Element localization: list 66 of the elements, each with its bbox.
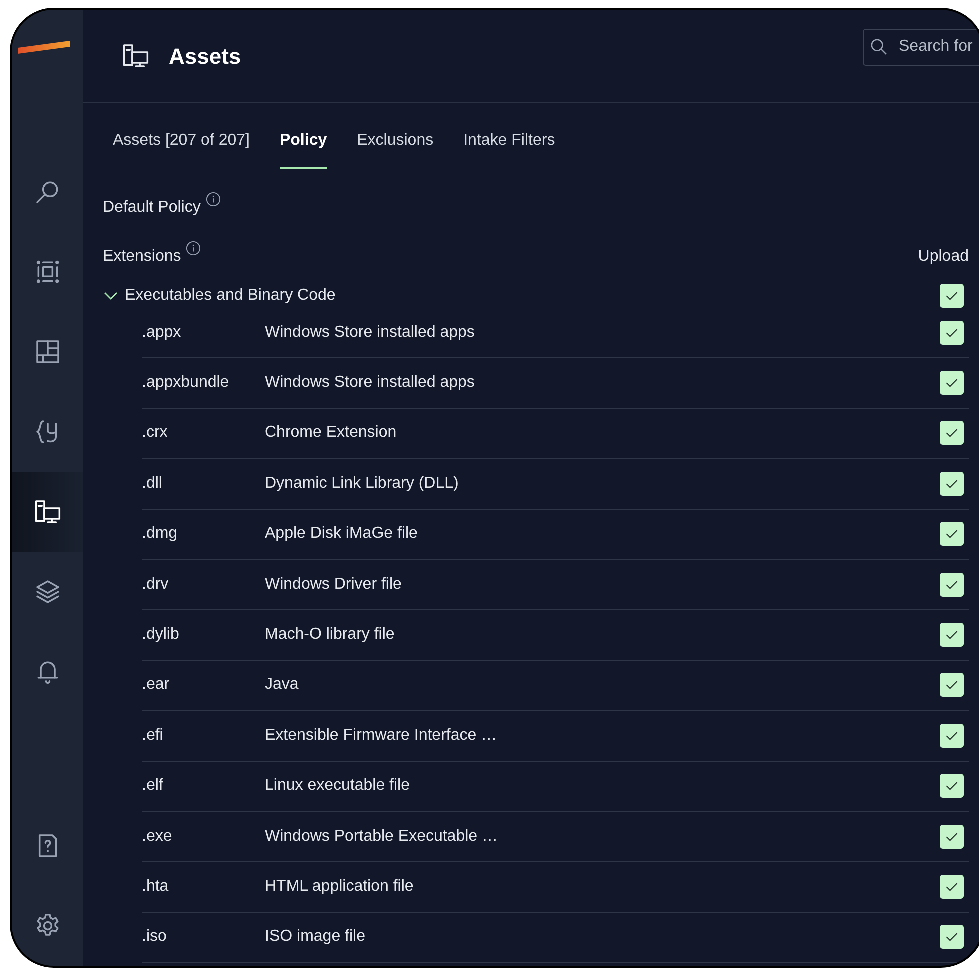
group-toggle[interactable]: Executables and Binary Code	[103, 284, 336, 308]
extension-name: .crx	[142, 423, 169, 444]
search-field[interactable]: Search for	[863, 28, 979, 66]
extension-name: .hta	[142, 876, 170, 897]
extension-name: .ear	[142, 675, 171, 696]
extension-description: Windows Store installed apps	[265, 322, 475, 343]
checkbox[interactable]	[940, 284, 964, 308]
extension-name: .dmg	[142, 524, 179, 544]
checkbox[interactable]	[940, 623, 964, 648]
tab[interactable]: Policy	[280, 129, 328, 169]
tab[interactable]: Assets [207 of 207]	[113, 129, 250, 169]
extension-name: .drv	[142, 574, 170, 595]
checkbox[interactable]	[940, 724, 964, 748]
extension-description: Apple Disk iMaGe file	[265, 524, 418, 544]
extension-description: Windows Driver file	[265, 574, 402, 595]
tab[interactable]: Exclusions	[357, 129, 434, 169]
logo	[18, 40, 70, 54]
section-title: Default Policy	[103, 198, 201, 218]
column-header: Upload	[918, 247, 969, 267]
checkbox[interactable]	[940, 874, 964, 899]
check-icon	[945, 426, 959, 440]
checkbox[interactable]	[940, 371, 964, 396]
extension-name: .appxbundle	[142, 373, 230, 394]
assets-icon	[122, 42, 150, 70]
check-icon	[945, 628, 959, 642]
info-icon	[186, 241, 202, 256]
checkbox[interactable]	[940, 925, 964, 950]
extension-description: Dynamic Link Library (DLL)	[265, 474, 459, 494]
check-icon	[945, 376, 959, 390]
checkbox[interactable]	[940, 522, 964, 546]
check-icon	[945, 779, 959, 794]
extension-name: .dll	[142, 474, 164, 494]
extension-description: HTML application file	[265, 876, 414, 897]
extension-name: .exe	[142, 826, 174, 847]
extension-name: .elf	[142, 776, 164, 796]
checkbox[interactable]	[940, 421, 964, 446]
layers-icon	[34, 578, 62, 606]
extension-description: ISO image file	[265, 927, 366, 948]
extension-description: Mach-O library file	[265, 625, 395, 646]
checkbox[interactable]	[940, 824, 964, 849]
check-icon	[945, 527, 959, 542]
check-icon	[945, 930, 959, 944]
sidebar-item[interactable]	[12, 472, 83, 552]
info-icon	[206, 192, 221, 207]
extension-name: .iso	[142, 927, 168, 948]
search-icon	[869, 36, 889, 56]
extension-name: .efi	[142, 726, 164, 746]
extension-name: .appx	[142, 322, 182, 343]
extension-description: Windows Store installed apps	[265, 373, 475, 394]
extension-description: Java	[265, 675, 299, 696]
checkbox[interactable]	[940, 472, 964, 496]
tab[interactable]: Intake Filters	[464, 129, 556, 169]
assets-icon	[34, 498, 62, 526]
checkbox[interactable]	[940, 774, 964, 798]
extension-name: .dylib	[142, 625, 180, 646]
extension-description: Windows Portable Executable …	[265, 826, 498, 847]
page-title: Assets	[169, 42, 242, 70]
extension-description: Linux executable file	[265, 776, 410, 796]
checkbox[interactable]	[940, 572, 964, 597]
check-icon	[945, 678, 959, 692]
section-title: Extensions	[103, 247, 182, 267]
checkbox[interactable]	[940, 673, 964, 698]
dashboard-icon	[34, 338, 62, 366]
extension-description: Chrome Extension	[265, 423, 397, 444]
extension-description: Extensible Firmware Interface …	[265, 726, 498, 746]
checkbox[interactable]	[940, 320, 964, 345]
